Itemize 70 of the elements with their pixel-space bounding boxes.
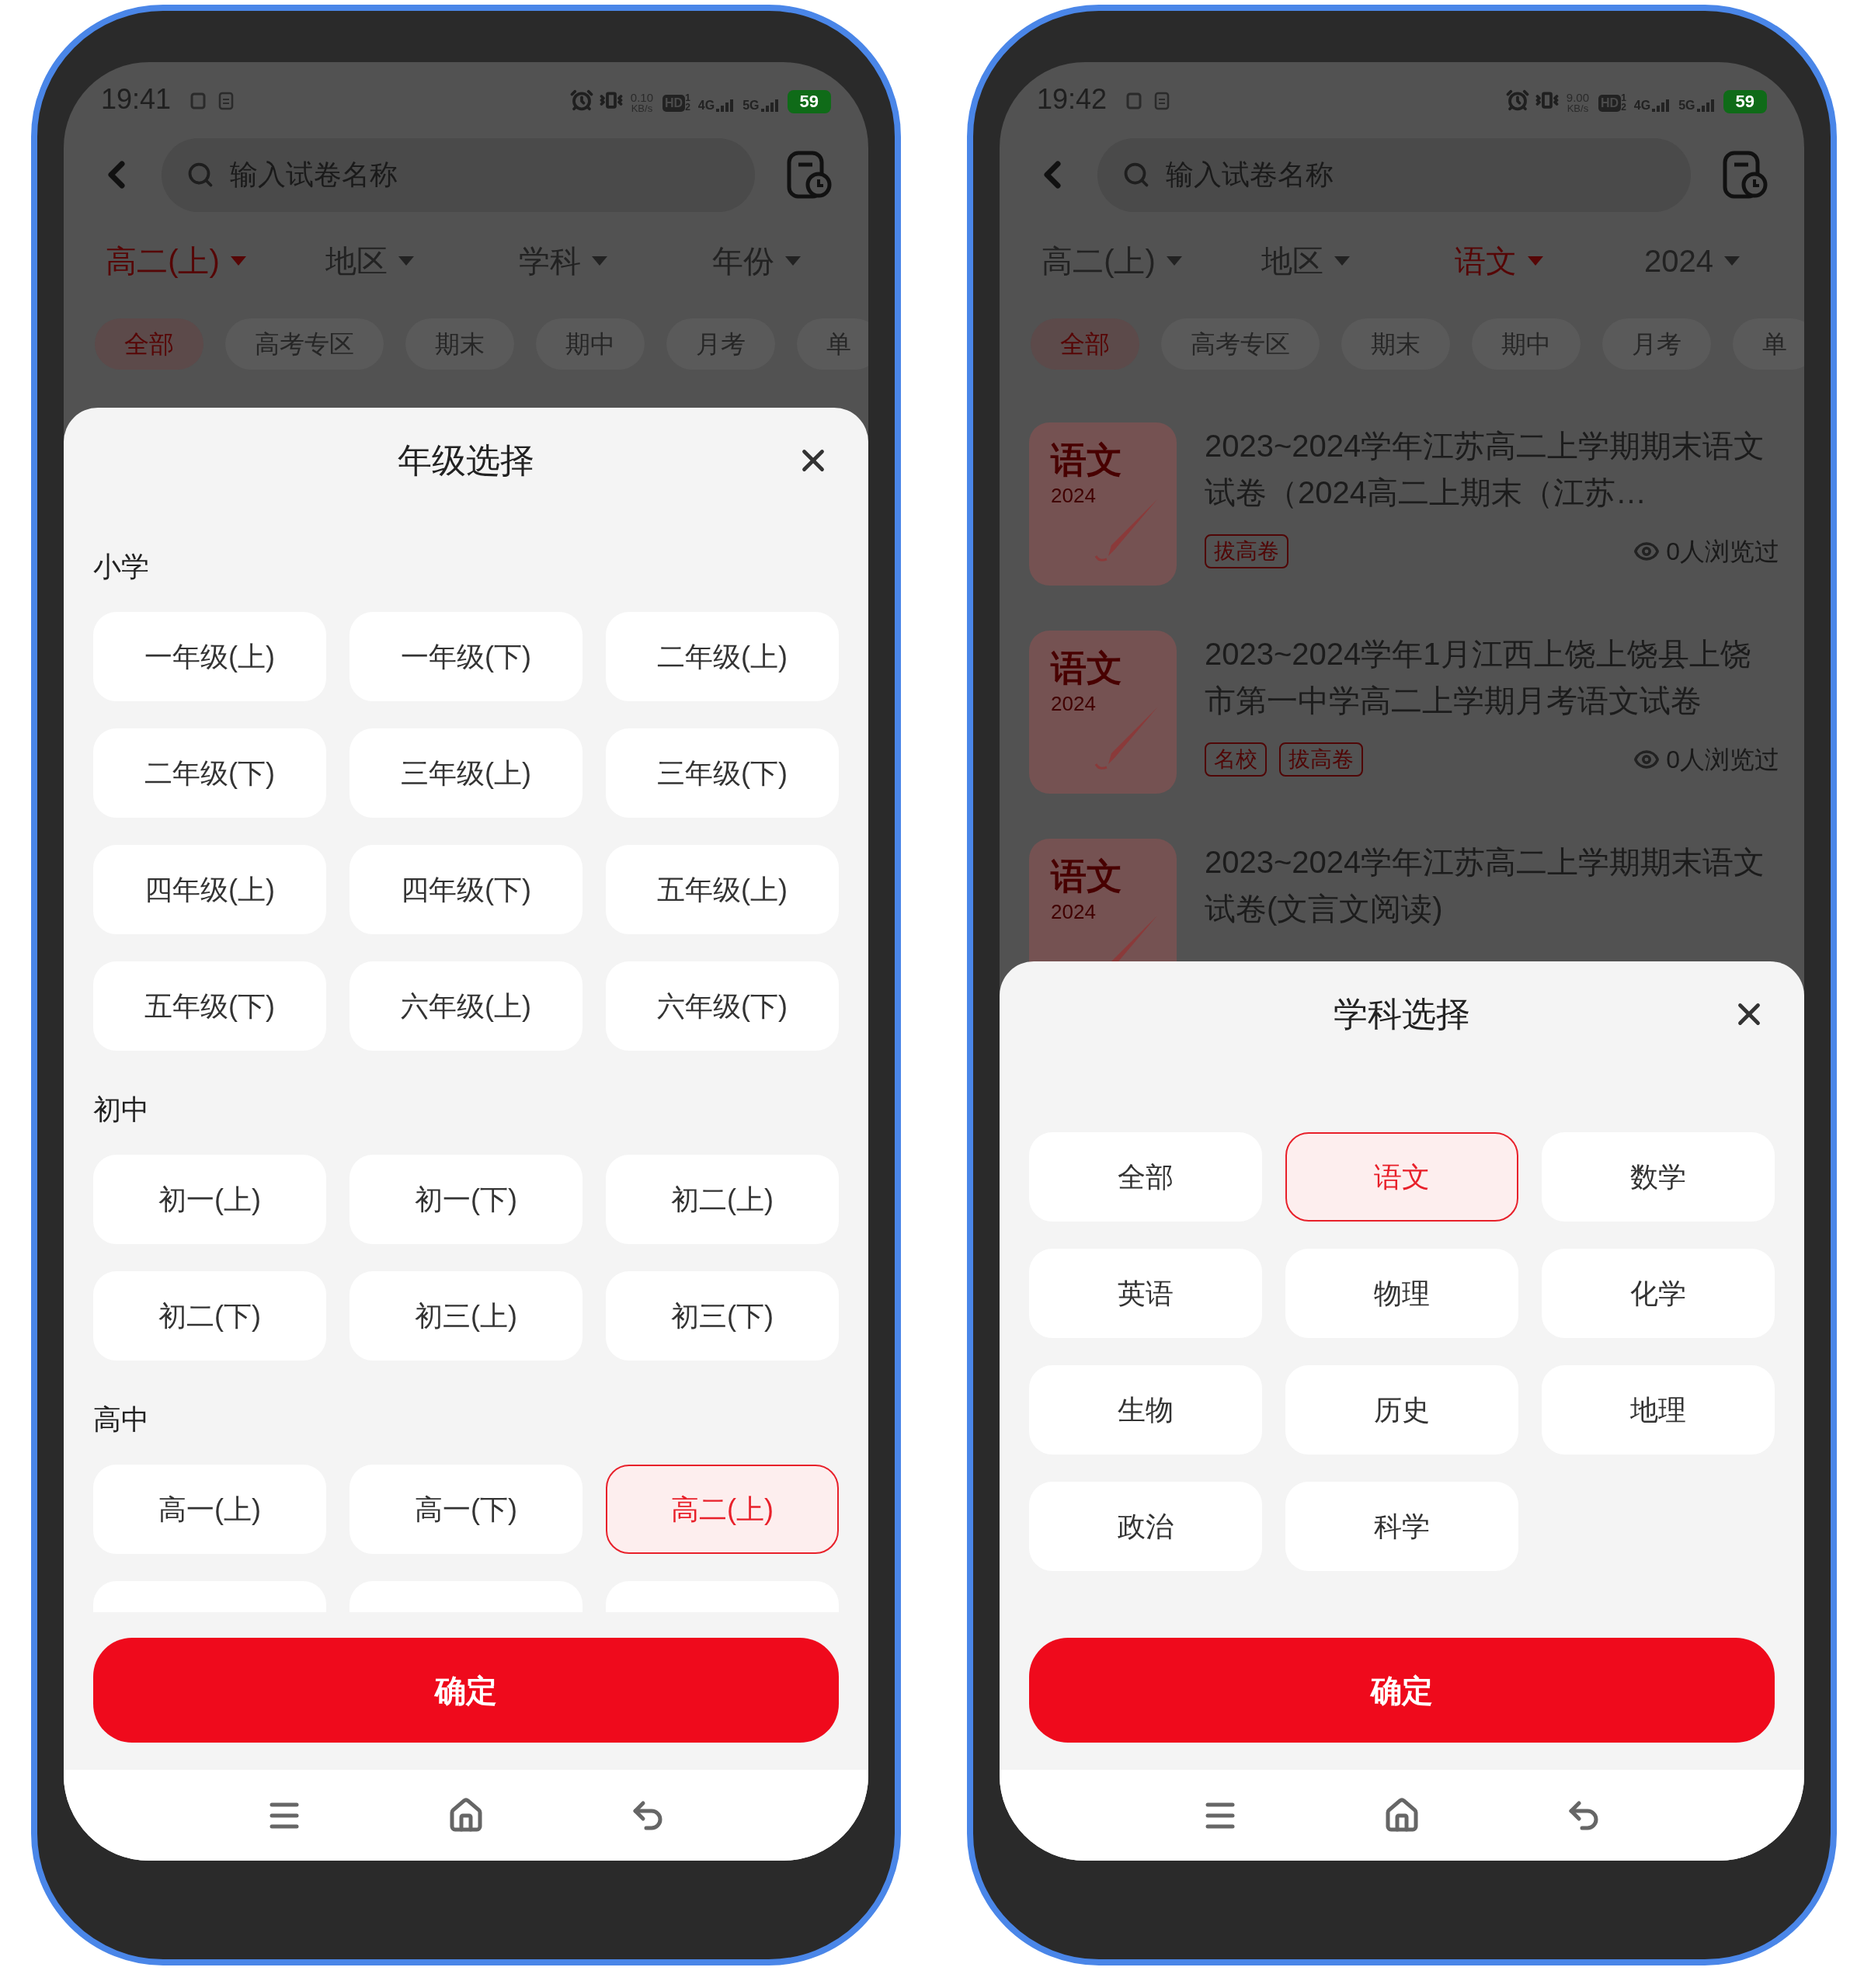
alarm-icon [1505, 89, 1529, 112]
alarm-icon [569, 89, 593, 112]
caret-icon [1334, 256, 1350, 266]
option-button[interactable]: 初二(上) [606, 1155, 839, 1244]
paper-thumbnail[interactable]: 语文 2024 [1029, 631, 1177, 794]
caret-icon [591, 256, 607, 266]
option-button[interactable]: 六年级(上) [350, 961, 582, 1051]
option-button[interactable]: 六年级(下) [606, 961, 839, 1051]
option-button[interactable]: 历史 [1285, 1365, 1518, 1455]
paper-thumbnail[interactable]: 语文 2024 [1029, 422, 1177, 586]
option-button[interactable]: 英语 [1029, 1249, 1262, 1338]
document-icon [1153, 92, 1171, 110]
signal-icon [760, 99, 780, 112]
document-icon [217, 92, 235, 110]
option-button[interactable]: 政治 [1029, 1482, 1262, 1571]
caret-icon [230, 256, 246, 266]
battery-indicator: 59 [787, 90, 831, 113]
option-button[interactable]: 四年级(下) [350, 845, 582, 934]
search-icon [1122, 161, 1150, 189]
caret-icon [784, 256, 801, 266]
caret-icon [1724, 256, 1740, 266]
sheet-title: 学科选择 [1334, 993, 1470, 1034]
option-button[interactable]: 语文 [1285, 1132, 1518, 1222]
signal-icon [716, 99, 736, 112]
option-button[interactable]: 三年级(上) [350, 728, 582, 818]
option-button[interactable]: 高一(下) [350, 1465, 582, 1554]
signal-icon [1696, 99, 1716, 112]
option-button[interactable]: 数学 [1542, 1132, 1775, 1222]
search-icon [186, 161, 214, 189]
option-button[interactable]: 一年级(上) [93, 612, 326, 701]
sheet-title: 年级选择 [398, 440, 534, 481]
option-button[interactable]: 二年级(下) [93, 728, 326, 818]
option-button[interactable]: 科学 [1285, 1482, 1518, 1571]
option-button[interactable]: 初三(下) [606, 1271, 839, 1361]
option-button[interactable]: 化学 [1542, 1249, 1775, 1338]
history-icon[interactable] [786, 151, 833, 199]
option-button[interactable]: 初二(下) [93, 1271, 326, 1361]
option-button[interactable]: 二年级(上) [606, 612, 839, 701]
option-button[interactable]: 生物 [1029, 1365, 1262, 1455]
section-heading: 初中 [93, 1093, 150, 1127]
caret-icon [1527, 256, 1543, 266]
option-button[interactable]: 四年级(上) [93, 845, 326, 934]
paper-tag: 拔高卷 [1205, 534, 1288, 568]
option-button[interactable]: 全部 [1029, 1132, 1262, 1222]
option-button[interactable]: 初一(上) [93, 1155, 326, 1244]
paper-tag: 名校 [1205, 742, 1267, 777]
option-button[interactable]: 地理 [1542, 1365, 1775, 1455]
option-button[interactable]: 一年级(下) [350, 612, 582, 701]
view-count: 0人浏览过 [1666, 745, 1779, 775]
option-button[interactable]: 五年级(上) [606, 845, 839, 934]
option-button[interactable]: 高一(上) [93, 1465, 326, 1554]
signal-icon [1652, 99, 1671, 112]
section-heading: 小学 [93, 550, 150, 584]
section-heading: 高中 [93, 1402, 150, 1437]
option-button[interactable]: 高二(上) [606, 1465, 839, 1554]
option-button[interactable]: 五年级(下) [93, 961, 326, 1051]
option-button[interactable]: 物理 [1285, 1249, 1518, 1338]
paper-tag: 拔高卷 [1279, 742, 1363, 777]
view-count: 0人浏览过 [1666, 537, 1779, 567]
caret-icon [1166, 256, 1182, 266]
confirm-button[interactable]: 确定 [1029, 1638, 1775, 1743]
battery-indicator: 59 [1723, 90, 1767, 113]
confirm-button[interactable]: 确定 [93, 1638, 839, 1743]
option-button[interactable]: 初一(下) [350, 1155, 582, 1244]
option-button[interactable]: 三年级(下) [606, 728, 839, 818]
history-icon[interactable] [1722, 151, 1768, 199]
caret-icon [398, 256, 414, 266]
notification-icon [190, 92, 207, 110]
option-button[interactable]: 初三(上) [350, 1271, 582, 1361]
notification-icon [1125, 92, 1143, 110]
